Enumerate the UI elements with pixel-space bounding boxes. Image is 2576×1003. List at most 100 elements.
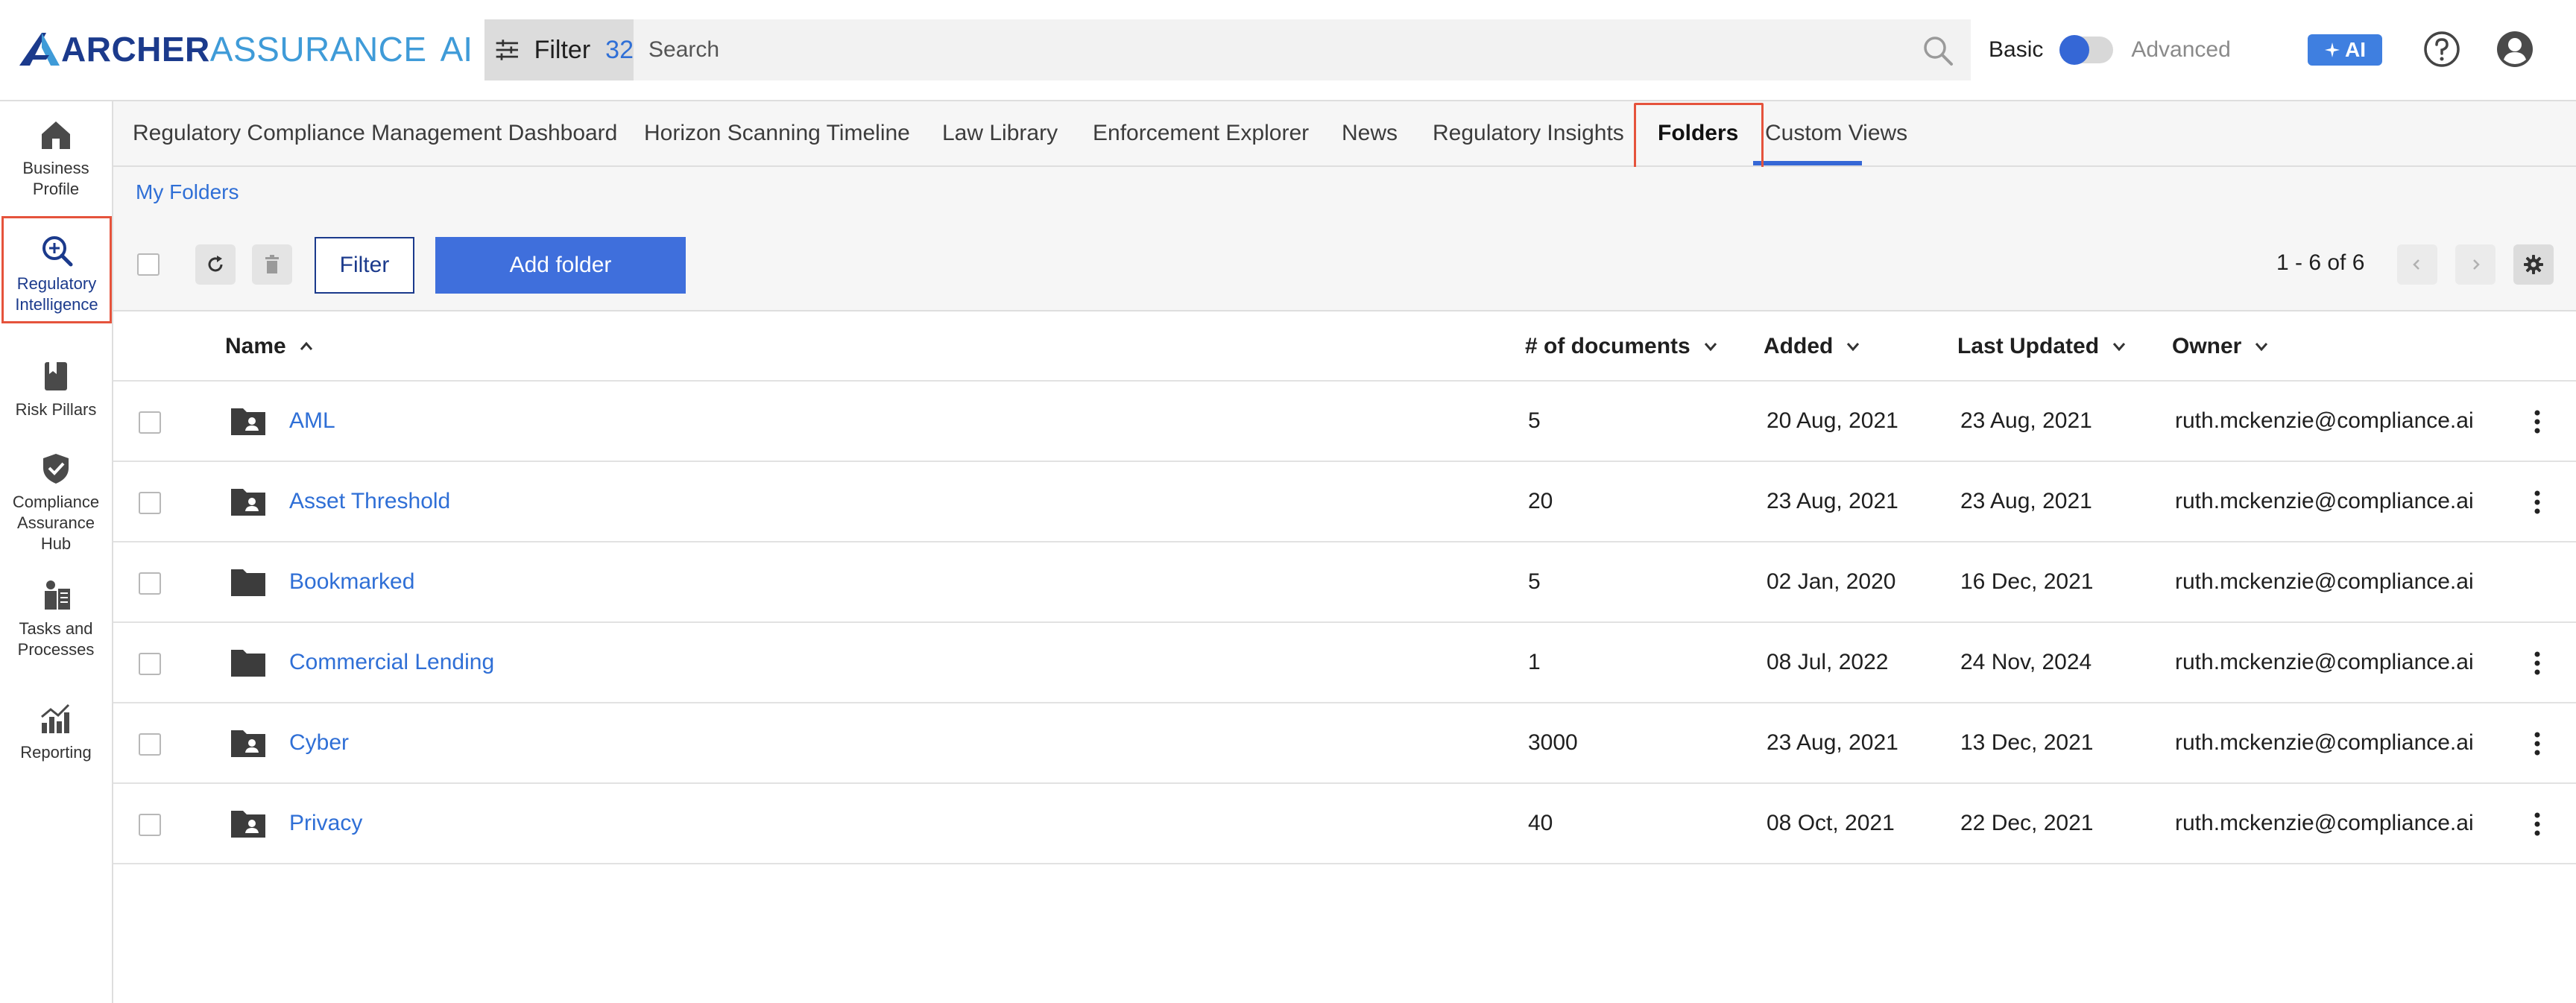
added-date: 23 Aug, 2021	[1767, 730, 1898, 755]
column-header-label: Owner	[2172, 334, 2242, 358]
table-row[interactable]: Cyber 3000 23 Aug, 2021 13 Dec, 2021 rut…	[113, 703, 2576, 784]
updated-date: 23 Aug, 2021	[1960, 408, 2092, 433]
folder-name-link[interactable]: Commercial Lending	[289, 650, 494, 675]
mode-advanced-label[interactable]: Advanced	[2131, 37, 2230, 63]
user-avatar-icon[interactable]	[2496, 30, 2534, 69]
sidebar-item-risk-pillars[interactable]: Risk Pillars	[0, 359, 112, 420]
more-options-icon[interactable]	[2530, 729, 2545, 759]
more-options-icon[interactable]	[2530, 648, 2545, 678]
sidebar-item-tasks-and-processes[interactable]: Tasks and Processes	[0, 578, 112, 660]
added-date: 08 Oct, 2021	[1767, 811, 1895, 835]
tab-enforcement-explorer[interactable]: Enforcement Explorer	[1093, 101, 1309, 165]
delete-button[interactable]	[252, 244, 292, 285]
logo-word-ai: AI	[440, 30, 473, 69]
app-logo[interactable]: ARCHER ASSURANCE AI	[19, 28, 473, 70]
updated-date: 24 Nov, 2024	[1960, 650, 2092, 674]
sidebar-item-regulatory-intelligence[interactable]: Regulatory Intelligence	[1, 216, 112, 323]
table-row[interactable]: Privacy 40 08 Oct, 2021 22 Dec, 2021 rut…	[113, 784, 2576, 864]
more-options-icon[interactable]	[2530, 487, 2545, 517]
tab-custom-views[interactable]: Custom Views	[1765, 101, 1907, 165]
sidebar-item-compliance-assurance-hub[interactable]: Compliance Assurance Hub	[0, 452, 112, 554]
tab-regulatory-compliance-dashboard[interactable]: Regulatory Compliance Management Dashboa…	[133, 101, 617, 165]
shared-folder-icon	[231, 408, 265, 435]
row-checkbox[interactable]	[139, 492, 161, 514]
added-date: 08 Jul, 2022	[1767, 650, 1889, 674]
updated-date: 23 Aug, 2021	[1960, 489, 2092, 513]
help-icon[interactable]	[2422, 30, 2461, 69]
table-row[interactable]: Bookmarked 5 02 Jan, 2020 16 Dec, 2021 r…	[113, 542, 2576, 623]
tab-regulatory-insights[interactable]: Regulatory Insights	[1433, 101, 1624, 165]
top-header: ARCHER ASSURANCE AI Filter 32 Basic Adva…	[0, 0, 2576, 101]
mode-toggle-group: Basic Advanced	[1989, 30, 2231, 70]
folder-name-link[interactable]: Privacy	[289, 811, 362, 836]
filter-chip[interactable]: Filter 32	[484, 19, 634, 80]
pagination-range: 1 - 6 of 6	[2276, 250, 2365, 275]
added-date: 23 Aug, 2021	[1767, 489, 1898, 513]
sidebar-item-business-profile[interactable]: Business Profile	[0, 118, 112, 200]
shared-folder-icon	[231, 811, 265, 838]
sidebar-item-label: Compliance Assurance Hub	[12, 493, 100, 553]
add-folder-button[interactable]: Add folder	[435, 237, 686, 294]
doc-count: 5	[1528, 569, 1541, 594]
more-options-icon[interactable]	[2530, 407, 2545, 437]
search-input[interactable]	[648, 37, 1878, 63]
sort-ascending-icon	[300, 341, 312, 350]
ai-button-label: AI	[2345, 38, 2366, 61]
table-row[interactable]: Commercial Lending 1 08 Jul, 2022 24 Nov…	[113, 623, 2576, 703]
chart-icon	[41, 703, 70, 733]
more-options-icon[interactable]	[2530, 809, 2545, 839]
row-checkbox[interactable]	[139, 572, 161, 595]
prev-page-button[interactable]	[2397, 244, 2437, 285]
column-header-owner[interactable]: Owner	[2172, 334, 2270, 359]
folder-icon	[231, 650, 265, 677]
column-header-label: Name	[225, 334, 286, 358]
book-icon	[45, 362, 67, 390]
logo-word-archer: ARCHER	[61, 30, 210, 69]
filter-button[interactable]: Filter	[315, 237, 414, 294]
tab-horizon-scanning-timeline[interactable]: Horizon Scanning Timeline	[644, 101, 910, 165]
row-checkbox[interactable]	[139, 814, 161, 836]
folder-name-link[interactable]: Cyber	[289, 730, 349, 756]
row-checkbox[interactable]	[139, 653, 161, 675]
folder-icon	[231, 569, 265, 596]
mode-toggle[interactable]	[2059, 35, 2114, 65]
tasks-icon	[45, 580, 70, 610]
doc-count: 3000	[1528, 730, 1578, 755]
tab-folders[interactable]: Folders	[1658, 101, 1738, 165]
ai-button[interactable]: AI	[2308, 34, 2382, 66]
filter-count: 32	[605, 35, 634, 64]
folder-name-link[interactable]: AML	[289, 408, 335, 434]
folder-name-link[interactable]: Bookmarked	[289, 569, 414, 595]
settings-button[interactable]	[2513, 244, 2554, 285]
column-header-last-updated[interactable]: Last Updated	[1957, 334, 2127, 359]
column-header-added[interactable]: Added	[1764, 334, 1861, 359]
sidebar-item-label: Regulatory Intelligence	[15, 274, 98, 314]
sliders-icon	[496, 39, 518, 60]
search-icon[interactable]	[1922, 34, 1954, 67]
row-checkbox[interactable]	[139, 411, 161, 434]
chevron-left-icon	[2413, 259, 2419, 270]
column-header-documents[interactable]: # of documents	[1525, 334, 1719, 359]
folder-name-link[interactable]: Asset Threshold	[289, 489, 450, 514]
added-date: 02 Jan, 2020	[1767, 569, 1896, 594]
refresh-icon	[208, 256, 223, 272]
table-row[interactable]: AML 5 20 Aug, 2021 23 Aug, 2021 ruth.mck…	[113, 382, 2576, 462]
owner-email: ruth.mckenzie@compliance.ai	[2175, 811, 2474, 835]
tab-law-library[interactable]: Law Library	[942, 101, 1058, 165]
tab-news[interactable]: News	[1342, 101, 1398, 165]
sidebar-item-reporting[interactable]: Reporting	[0, 702, 112, 763]
breadcrumb[interactable]: My Folders	[136, 180, 239, 204]
owner-email: ruth.mckenzie@compliance.ai	[2175, 489, 2474, 513]
refresh-button[interactable]	[195, 244, 236, 285]
sidebar-item-label: Tasks and Processes	[17, 619, 95, 659]
mode-basic-label[interactable]: Basic	[1989, 37, 2043, 63]
select-all-checkbox[interactable]	[137, 253, 160, 276]
chevron-down-icon	[2255, 343, 2268, 352]
logo-mark-icon	[19, 33, 60, 66]
search-bar	[634, 19, 1971, 80]
row-checkbox[interactable]	[139, 733, 161, 756]
sparkle-icon	[2325, 42, 2340, 57]
next-page-button[interactable]	[2455, 244, 2496, 285]
table-row[interactable]: Asset Threshold 20 23 Aug, 2021 23 Aug, …	[113, 462, 2576, 542]
column-header-name[interactable]: Name	[225, 334, 315, 359]
